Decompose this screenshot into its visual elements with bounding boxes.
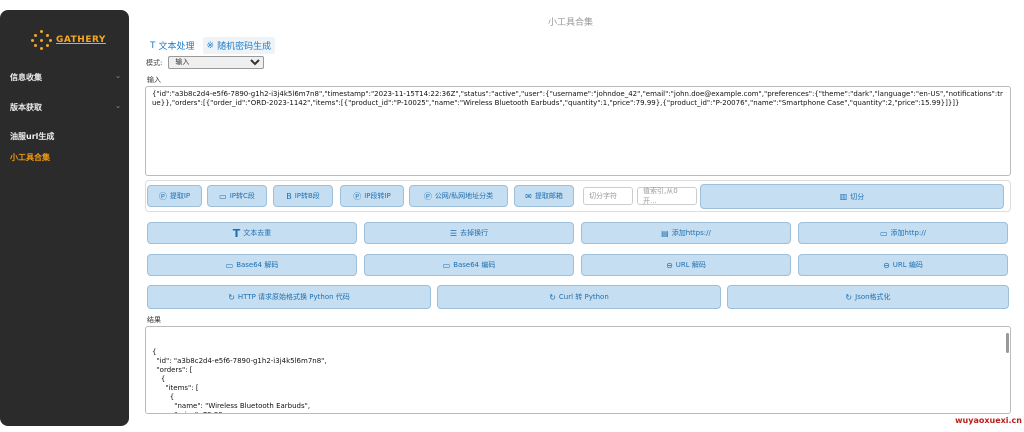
button-label: URL 编码 [892, 261, 923, 269]
button-label: 文本去重 [243, 229, 272, 237]
chevron-down-icon: ⌄ [115, 72, 121, 80]
base64-decode-button[interactable]: ▭ Base64 解码 [147, 254, 357, 276]
refresh-icon: ↻ [228, 292, 235, 302]
sidebar-item-label: 版本获取 [10, 102, 42, 112]
b-box-icon: B [286, 191, 292, 201]
button-label: 添加http:// [890, 229, 926, 237]
dedupe-text-button[interactable]: T 文本去重 [147, 222, 357, 244]
sidebar-item-version[interactable]: 版本获取 ⌄ [0, 97, 129, 117]
button-label: 提取邮箱 [534, 192, 563, 200]
text-icon: T [232, 226, 241, 240]
result-label: 结果 [147, 316, 161, 324]
columns-icon: ▥ [839, 192, 848, 201]
link-icon: ⊖ [883, 260, 890, 270]
p-circle-icon: Ⓟ [423, 191, 432, 201]
sidebar-item-info-collect[interactable]: 信息收集 ⌄ [0, 67, 129, 87]
button-label: Json格式化 [855, 293, 891, 301]
add-http-button[interactable]: ▭ 添加http:// [798, 222, 1008, 244]
link-icon: ⊖ [666, 260, 673, 270]
mail-icon: ✉ [525, 191, 532, 201]
sidebar-item-tools[interactable]: 小工具合集 [0, 147, 129, 167]
result-textarea[interactable]: { "id": "a3b8c2d4-e5f6-7890-g1h2-i3j4k5l… [145, 326, 1011, 414]
base64-encode-button[interactable]: ▭ Base64 编码 [364, 254, 574, 276]
tab-random-password[interactable]: ※ 随机密码生成 [202, 37, 276, 54]
mode-row: 模式: 输入 [146, 56, 265, 69]
button-label: 去掉换行 [460, 229, 489, 237]
chevron-down-icon: ⌄ [115, 102, 121, 110]
remove-newline-button[interactable]: ☰ 去掉换行 [364, 222, 574, 244]
button-label: 提取IP [169, 192, 191, 200]
split-button[interactable]: ▥ 切分 [700, 184, 1004, 209]
window-icon: ▭ [879, 228, 888, 238]
page-title: 小工具合集 [548, 18, 594, 28]
ip-range-to-ip-button[interactable]: Ⓟ IP段转IP [340, 185, 404, 207]
button-label: Curl 转 Python [558, 293, 609, 301]
button-label: IP段转IP [364, 192, 391, 200]
split-char-input[interactable]: 切分字符 [583, 187, 633, 205]
watermark: wuyaoxuexi.cn [955, 416, 1022, 425]
ip-to-c-button[interactable]: ▭ IP转C段 [207, 185, 267, 207]
button-label: IP转B段 [294, 192, 320, 200]
p-circle-icon: Ⓟ [353, 191, 362, 201]
button-label: HTTP 请求原始格式换 Python 代码 [237, 293, 350, 301]
url-decode-button[interactable]: ⊖ URL 解码 [581, 254, 791, 276]
button-label: URL 解码 [675, 261, 706, 269]
input-label: 输入 [147, 76, 161, 84]
ip-to-b-button[interactable]: B IP转B段 [273, 185, 333, 207]
mode-label: 模式: [146, 58, 163, 67]
sidebar-item-label: 信息收集 [10, 72, 42, 82]
url-encode-button[interactable]: ⊖ URL 编码 [798, 254, 1008, 276]
logo: GATHERY [30, 25, 106, 55]
button-label: IP转C段 [229, 192, 255, 200]
dots-icon: ※ [206, 40, 215, 51]
extract-ip-button[interactable]: Ⓟ 提取IP [147, 185, 202, 207]
list-icon: ▤ [661, 228, 669, 238]
button-label: 切分 [850, 192, 865, 201]
tab-text-processing[interactable]: T 文本处理 [146, 37, 199, 54]
button-label: 添加https:// [671, 229, 711, 237]
json-format-button[interactable]: ↻ Json格式化 [727, 285, 1009, 309]
lines-icon: ☰ [449, 228, 458, 238]
tab-label: 文本处理 [158, 42, 195, 52]
sidebar-item-label: 小工具合集 [10, 152, 50, 162]
sidebar: GATHERY 信息收集 ⌄ 版本获取 ⌄ 油服url生成 小工具合集 [0, 10, 129, 426]
extract-email-button[interactable]: ✉ 提取邮箱 [514, 185, 574, 207]
sidebar-item-url-gen[interactable]: 油服url生成 [0, 126, 129, 146]
curl-to-python-button[interactable]: ↻ Curl 转 Python [437, 285, 721, 309]
logo-burst-icon [30, 29, 52, 51]
refresh-icon: ↻ [549, 292, 556, 302]
button-label: 公网/私网地址分类 [434, 192, 494, 200]
logo-text: GATHERY [56, 35, 106, 45]
button-label: Base64 编码 [453, 261, 496, 269]
split-index-input[interactable]: 值索引,从0开... [637, 187, 697, 205]
p-circle-icon: Ⓟ [158, 191, 167, 201]
scrollbar[interactable] [1006, 333, 1009, 353]
mode-select[interactable]: 输入 [168, 56, 265, 69]
image-icon: ▭ [442, 260, 451, 270]
text-icon: T [150, 40, 156, 51]
result-text: { "id": "a3b8c2d4-e5f6-7890-g1h2-i3j4k5l… [152, 348, 327, 413]
ip-classify-button[interactable]: Ⓟ 公网/私网地址分类 [409, 185, 508, 207]
input-textarea[interactable]: {"id":"a3b8c2d4-e5f6-7890-g1h2-i3j4k5l6m… [145, 86, 1011, 176]
add-https-button[interactable]: ▤ 添加https:// [581, 222, 791, 244]
button-label: Base64 解码 [236, 261, 279, 269]
screen-icon: ▭ [219, 191, 227, 201]
tab-bar: T 文本处理 ※ 随机密码生成 [146, 37, 276, 54]
image-icon: ▭ [225, 260, 234, 270]
tab-label: 随机密码生成 [217, 42, 272, 52]
sidebar-item-label: 油服url生成 [10, 131, 55, 141]
refresh-icon: ↻ [845, 292, 853, 302]
http-to-python-button[interactable]: ↻ HTTP 请求原始格式换 Python 代码 [147, 285, 431, 309]
